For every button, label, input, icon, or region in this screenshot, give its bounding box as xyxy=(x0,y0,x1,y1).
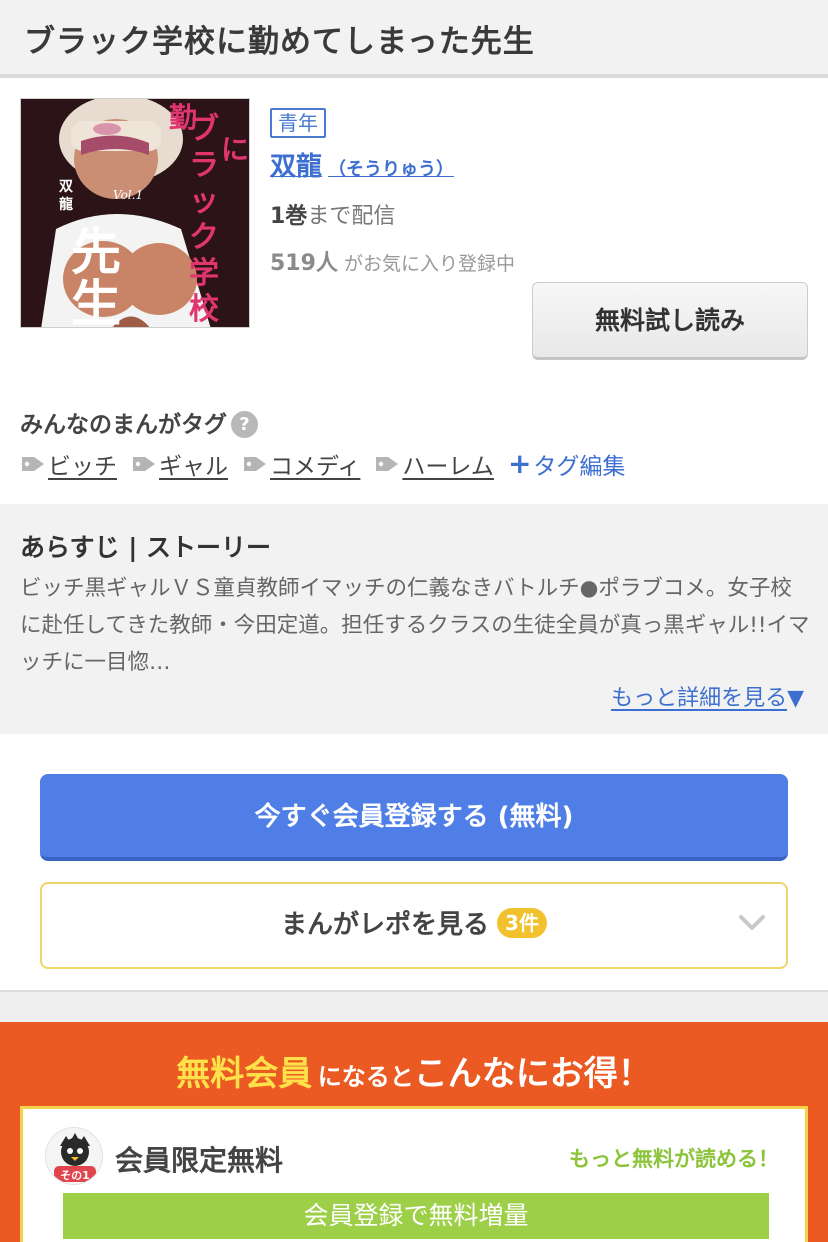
favorite-suffix: がお気に入り登録中 xyxy=(343,253,515,275)
title-bar: ブラック学校に勤めてしまった先生 xyxy=(0,0,828,78)
benefits-heading-mid: になると xyxy=(317,1063,414,1091)
tag-label: ギャル xyxy=(159,454,228,480)
synopsis-heading: あらすじ | ストーリー xyxy=(20,533,272,562)
author-link[interactable]: 双龍 （そうりゅう） xyxy=(270,146,454,183)
mascot-illustration: その1 xyxy=(54,1133,96,1182)
cover-title-char-1: 先 xyxy=(71,223,121,281)
tag-item[interactable]: ハーレム xyxy=(374,447,494,481)
tag-edit-label: タグ編集 xyxy=(533,454,626,480)
cover-art: 先 生 ブ ラ ッ ク 学 校 に 勤 双 龍 Vol.1 xyxy=(21,99,249,328)
tag-label: コメディ xyxy=(270,454,361,480)
benefit-card: その1 会員限定無料 もっと無料が読める！ 会員登録で無料増量 xyxy=(20,1106,808,1242)
plus-icon: + xyxy=(507,447,532,480)
tag-icon xyxy=(376,457,399,471)
cover-author-char-1: 双 xyxy=(59,179,73,195)
free-trial-button[interactable]: 無料試し読み xyxy=(532,282,808,360)
repo-count-badge: 3件 xyxy=(497,908,547,938)
tag-edit-link[interactable]: + タグ編集 xyxy=(508,447,625,481)
tag-label: ハーレム xyxy=(402,454,494,480)
benefits-heading: 無料会員 になるとこんなにお得！ xyxy=(0,1046,828,1095)
cover-title-char-8: 校 xyxy=(189,292,219,327)
cover-author-char-2: 龍 xyxy=(59,196,73,213)
synopsis-text: ビッチ黒ギャルＶＳ童貞教師イマッチの仁義なきバトルチ●ポラブコメ。女子校に赴任し… xyxy=(20,576,810,675)
manga-repo-button[interactable]: まんがレポを見る 3件 xyxy=(40,882,788,969)
tag-item[interactable]: ビッチ xyxy=(20,447,117,481)
tag-item[interactable]: コメディ xyxy=(242,447,360,481)
tag-label: ビッチ xyxy=(48,454,117,480)
tag-item[interactable]: ギャル xyxy=(131,447,228,481)
benefit-title: 会員限定無料 xyxy=(115,1144,284,1177)
tags-heading-label: みんなのまんがタグ xyxy=(20,412,227,438)
tags-heading: みんなのまんがタグ? xyxy=(20,405,258,439)
cover-image[interactable]: 先 生 ブ ラ ッ ク 学 校 に 勤 双 龍 Vol.1 xyxy=(20,98,250,328)
manga-repo-label: まんがレポを見る xyxy=(281,910,490,940)
chevron-down-icon xyxy=(739,915,765,930)
tag-icon xyxy=(22,457,44,471)
mascot-badge-text: その1 xyxy=(60,1169,90,1182)
benefit-tagline: もっと無料が読める！ xyxy=(569,1147,779,1171)
member-benefits-section: 無料会員 になるとこんなにお得！ その1 会員限定無料 もっと無料が読める！ 会… xyxy=(0,1022,828,1242)
help-icon[interactable]: ? xyxy=(231,411,258,438)
cover-title-char-6: ク xyxy=(189,220,219,255)
synopsis-section: あらすじ | ストーリー ビッチ黒ギャルＶＳ童貞教師イマッチの仁義なきバトルチ●… xyxy=(0,504,828,734)
cover-title-char-5: ッ xyxy=(189,184,219,219)
page-title: ブラック学校に勤めてしまった先生 xyxy=(24,24,535,60)
triangle-down-icon: ▼ xyxy=(787,686,804,711)
author-name: 双龍 xyxy=(270,152,323,182)
cover-volume-mark: Vol.1 xyxy=(113,188,143,202)
genre-badge[interactable]: 青年 xyxy=(270,108,326,138)
cover-title-char-4: ラ xyxy=(189,148,219,183)
favorite-count: 519人 xyxy=(270,251,338,276)
tag-icon xyxy=(133,457,155,471)
tag-icon xyxy=(244,457,266,471)
author-kana: （そうりゅう） xyxy=(328,159,455,180)
favorite-count-info: 519人 がお気に入り登録中 xyxy=(270,245,515,277)
cover-title-char-7: 学 xyxy=(189,256,219,291)
volume-suffix: まで配信 xyxy=(307,204,396,229)
more-details-link[interactable]: もっと詳細を見る▼ xyxy=(611,680,804,712)
mascot-icon: その1 xyxy=(45,1127,103,1185)
tag-list: ビッチ ギャル コメディ ハーレム + タグ編集 xyxy=(20,448,625,480)
section-divider xyxy=(0,990,828,1022)
register-button[interactable]: 今すぐ会員登録する (無料) xyxy=(40,774,788,861)
benefits-heading-big: こんなにお得！ xyxy=(413,1054,652,1094)
more-details-label: もっと詳細を見る xyxy=(611,686,788,711)
cover-title-char-9: に xyxy=(221,133,249,166)
cover-title-char-2: 生 xyxy=(71,275,121,328)
cover-title-char-10: 勤 xyxy=(169,101,197,134)
benefit-bar: 会員登録で無料増量 xyxy=(63,1193,769,1239)
volume-count: 1巻 xyxy=(270,204,308,229)
volume-info: 1巻まで配信 xyxy=(270,198,395,230)
benefits-heading-highlight: 無料会員 xyxy=(176,1054,313,1094)
